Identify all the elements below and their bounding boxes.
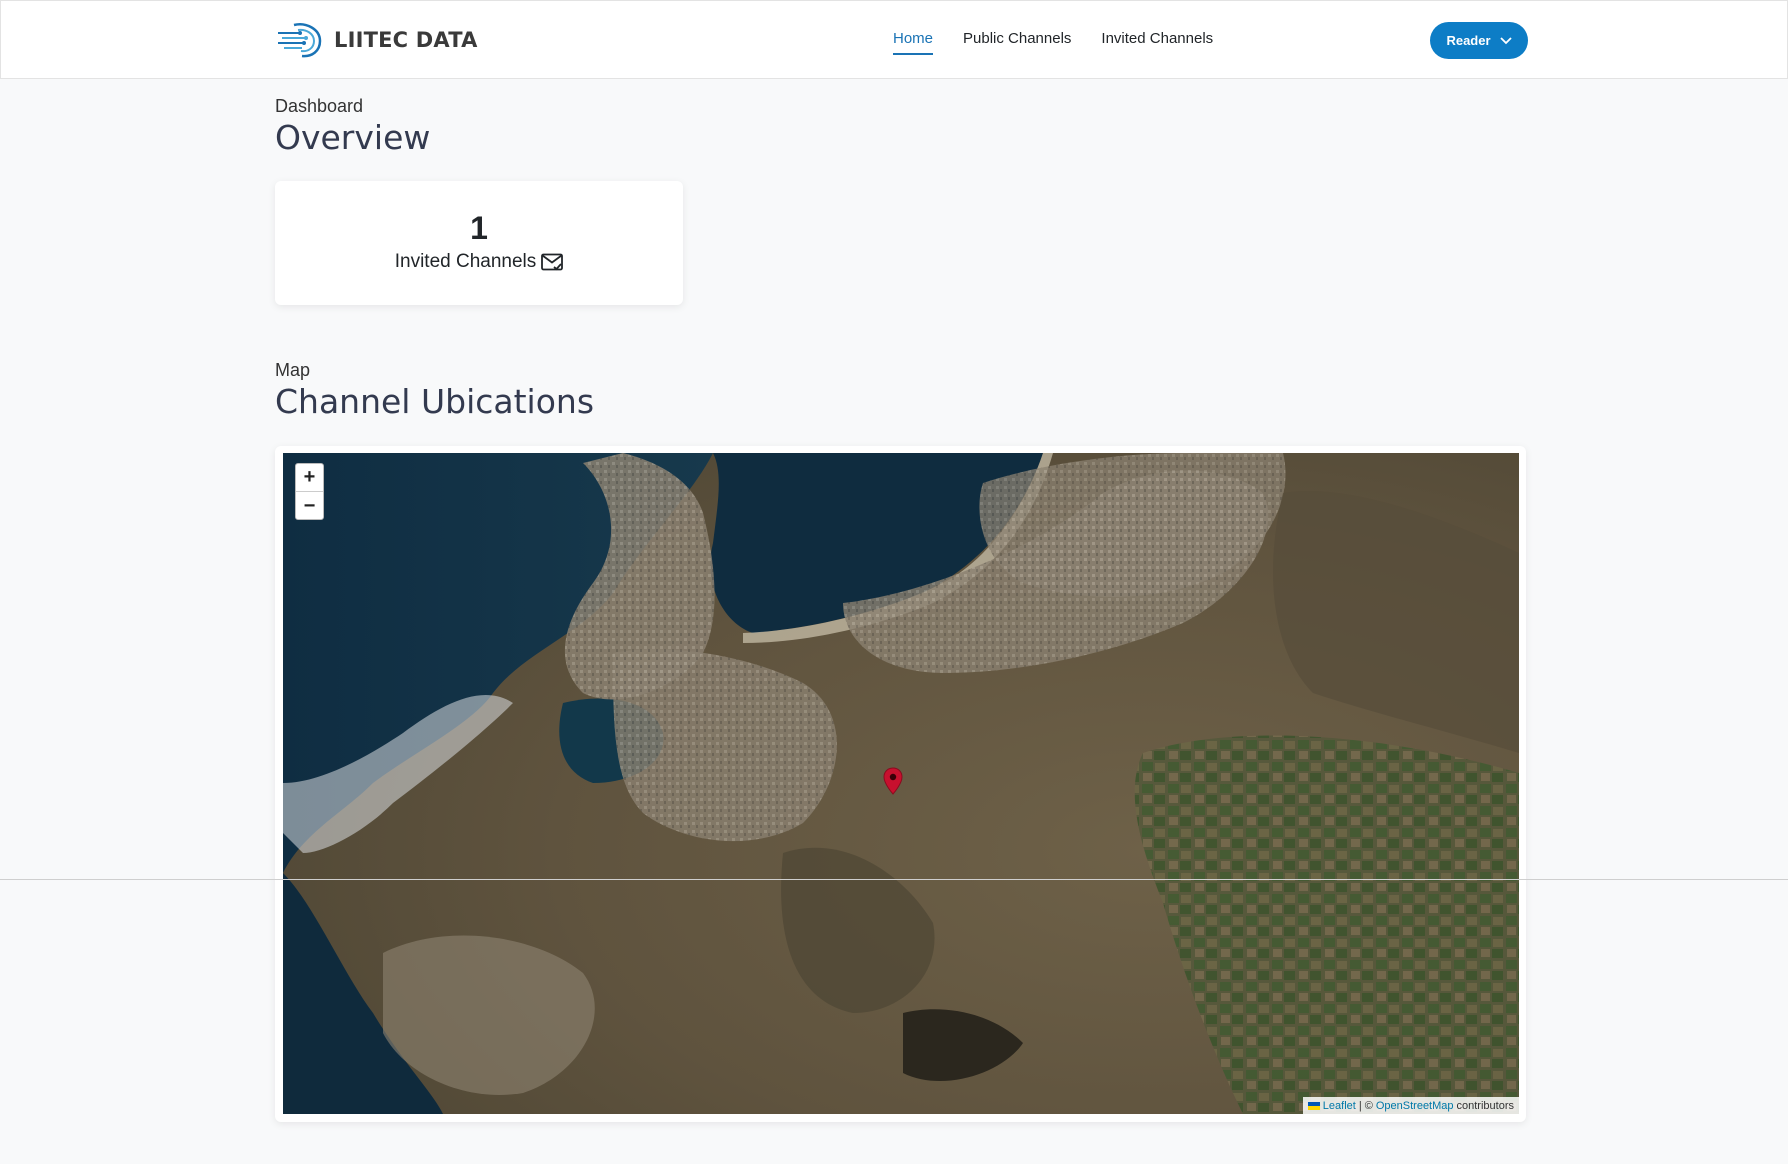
stat-label-row: Invited Channels (275, 251, 683, 273)
leaflet-link[interactable]: Leaflet (1323, 1100, 1356, 1112)
nav-home[interactable]: Home (893, 30, 934, 55)
nav-invited-channels[interactable]: Invited Channels (1101, 30, 1213, 55)
ukraine-flag-icon (1307, 1101, 1320, 1110)
invited-channels-card[interactable]: 1 Invited Channels (275, 181, 683, 305)
map-card: + − Leaflet | © OpenStreetMap contributo… (275, 446, 1526, 1122)
zoom-out-button[interactable]: − (296, 492, 323, 520)
user-role-dropdown[interactable]: Reader (1430, 22, 1528, 59)
brand-name: LIITEC DATA (334, 28, 478, 52)
zoom-controls: + − (295, 463, 324, 520)
top-navbar: LIITEC DATA Home Public Channels Invited… (0, 0, 1788, 79)
satellite-map[interactable]: + − Leaflet | © OpenStreetMap contributo… (283, 453, 1519, 1114)
liitec-logo-icon (278, 23, 322, 58)
zoom-in-button[interactable]: + (296, 464, 323, 492)
main-nav: Home Public Channels Invited Channels (893, 30, 1213, 55)
page-title: Overview (275, 118, 431, 157)
divider-line (0, 879, 1788, 880)
brand[interactable]: LIITEC DATA (276, 21, 478, 59)
attribution-separator: | © (1358, 1099, 1373, 1112)
nav-public-channels[interactable]: Public Channels (963, 30, 1071, 55)
attribution-suffix: contributors (1456, 1099, 1514, 1112)
map-subtitle: Map (275, 360, 311, 380)
map-marker-icon[interactable] (883, 767, 903, 800)
envelope-check-icon (541, 253, 564, 271)
stat-value: 1 (470, 210, 488, 246)
dashboard-subtitle: Dashboard (275, 96, 364, 116)
map-attribution: Leaflet | © OpenStreetMap contributors (1302, 1097, 1519, 1114)
user-role-label: Reader (1446, 33, 1491, 48)
map-title: Channel Ubications (275, 382, 595, 421)
openstreetmap-link[interactable]: OpenStreetMap (1376, 1100, 1454, 1112)
stat-label: Invited Channels (394, 251, 537, 272)
chevron-down-icon (1499, 36, 1512, 44)
